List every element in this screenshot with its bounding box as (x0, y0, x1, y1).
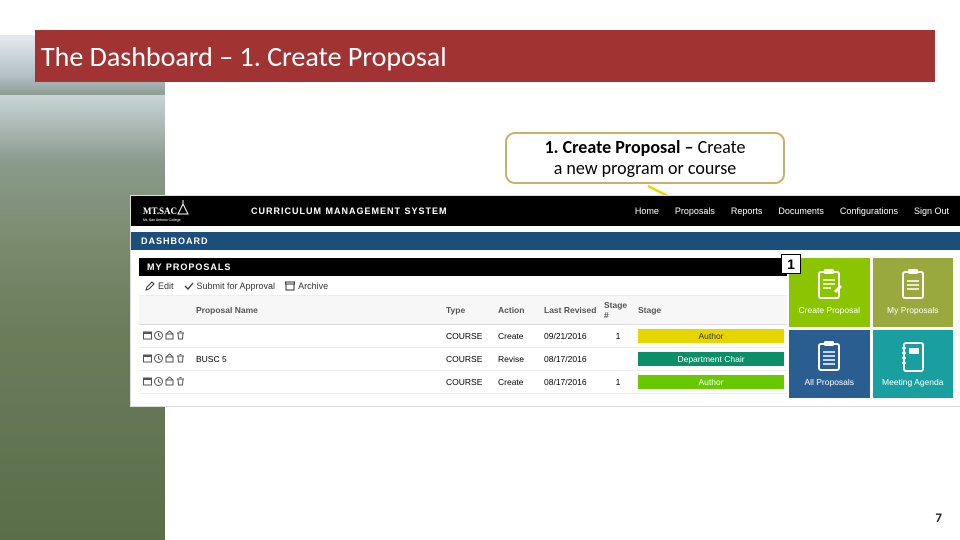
pencil-icon (145, 281, 155, 291)
table-row[interactable]: BUSC 5COURSERevise08/17/2016 Department C… (139, 348, 787, 371)
tile-meeting-agenda[interactable]: Meeting Agenda (873, 330, 954, 399)
tile-all-proposals[interactable]: All Proposals (789, 330, 870, 399)
app-top-bar: MT. SAC Mt. San Antonio College CURRICUL… (131, 196, 960, 226)
cell-name (193, 371, 443, 394)
proposals-table: Proposal Name Type Action Last Revised S… (139, 296, 787, 394)
tile-label: All Proposals (804, 377, 854, 387)
clipboard-icon (899, 269, 927, 301)
col-action[interactable]: Action (495, 296, 541, 325)
tile-label: Meeting Agenda (882, 377, 943, 387)
tile-create-proposal[interactable]: Create Proposal (789, 258, 870, 327)
cell-action: Create (495, 371, 541, 394)
nav-documents[interactable]: Documents (778, 206, 824, 216)
college-name: Mt. San Antonio College (143, 218, 181, 222)
cell-stage-n (601, 348, 635, 371)
table-row[interactable]: COURSECreate09/21/20161Author (139, 325, 787, 348)
edit-button[interactable]: Edit (145, 281, 174, 291)
tile-label: My Proposals (887, 305, 939, 315)
tile-my-proposals[interactable]: My Proposals (873, 258, 954, 327)
submit-button[interactable]: Submit for Approval (184, 281, 276, 291)
edit-label: Edit (158, 281, 174, 291)
panel-title: MY PROPOSALS (139, 258, 787, 276)
clipboard-list-icon (815, 341, 843, 373)
page-number: 7 (935, 511, 942, 526)
nav-reports[interactable]: Reports (731, 206, 763, 216)
clipboard-plus-icon (815, 269, 843, 301)
row-actions[interactable] (139, 371, 193, 394)
col-icons (139, 296, 193, 325)
cell-date: 08/17/2016 (541, 371, 601, 394)
table-header-row: Proposal Name Type Action Last Revised S… (139, 296, 787, 325)
slide-title-bar: The Dashboard – 1. Create Proposal (35, 30, 935, 82)
submit-label: Submit for Approval (197, 281, 276, 291)
col-stage-num[interactable]: Stage # (601, 296, 635, 325)
nav-proposals[interactable]: Proposals (675, 206, 715, 216)
nav-home[interactable]: Home (635, 206, 659, 216)
slide: The Dashboard – 1. Create Proposal 1. Cr… (0, 0, 960, 540)
tile-label: Create Proposal (799, 305, 860, 315)
cell-name (193, 325, 443, 348)
dashboard-label: DASHBOARD (141, 236, 209, 246)
col-last-revised[interactable]: Last Revised (541, 296, 601, 325)
cell-date: 08/17/2016 (541, 348, 601, 371)
system-title: CURRICULUM MANAGEMENT SYSTEM (251, 206, 448, 216)
callout-line2: a new program or course (554, 157, 737, 179)
cell-type: COURSE (443, 325, 495, 348)
cell-date: 09/21/2016 (541, 325, 601, 348)
col-stage[interactable]: Stage (635, 296, 787, 325)
svg-text:MT.: MT. (143, 206, 159, 216)
dashboard-tiles: Create Proposal My Proposals (789, 258, 953, 398)
annotation-badge: 1 (781, 254, 801, 274)
badge-number: 1 (787, 256, 795, 272)
top-nav: Home Proposals Reports Documents Configu… (635, 206, 960, 216)
notebook-icon (899, 341, 927, 373)
col-type[interactable]: Type (443, 296, 495, 325)
col-proposal-name[interactable]: Proposal Name (193, 296, 443, 325)
callout-rest1: Create (698, 136, 746, 158)
app-screenshot: MT. SAC Mt. San Antonio College CURRICUL… (130, 195, 960, 407)
cell-stage: Department Chair (635, 348, 787, 371)
check-icon (184, 281, 194, 291)
cell-name: BUSC 5 (193, 348, 443, 371)
college-logo: MT. SAC Mt. San Antonio College (143, 200, 191, 222)
callout-bubble: 1. Create Proposal – Create a new progra… (505, 132, 785, 184)
cell-type: COURSE (443, 348, 495, 371)
cell-stage-n: 1 (601, 371, 635, 394)
nav-sign-out[interactable]: Sign Out (914, 206, 949, 216)
slide-title: The Dashboard – 1. Create Proposal (41, 39, 447, 74)
nav-configurations[interactable]: Configurations (840, 206, 898, 216)
row-actions[interactable] (139, 348, 193, 371)
table-row[interactable]: COURSECreate08/17/20161Author (139, 371, 787, 394)
cell-stage: Author (635, 325, 787, 348)
cell-type: COURSE (443, 371, 495, 394)
archive-button[interactable]: Archive (285, 281, 328, 291)
row-actions[interactable] (139, 325, 193, 348)
my-proposals-panel: MY PROPOSALS Edit Submit for Approval Ar… (139, 258, 787, 398)
archive-icon (285, 281, 295, 291)
cell-action: Create (495, 325, 541, 348)
archive-label: Archive (298, 281, 328, 291)
callout-text: 1. Create Proposal – Create a new progra… (545, 137, 746, 178)
cell-stage-n: 1 (601, 325, 635, 348)
dashboard-band: DASHBOARD (131, 232, 960, 250)
panel-toolbar: Edit Submit for Approval Archive (139, 276, 787, 296)
cell-action: Revise (495, 348, 541, 371)
callout-bold: 1. Create Proposal – (545, 136, 698, 158)
cell-stage: Author (635, 371, 787, 394)
svg-text:SAC: SAC (159, 206, 177, 216)
